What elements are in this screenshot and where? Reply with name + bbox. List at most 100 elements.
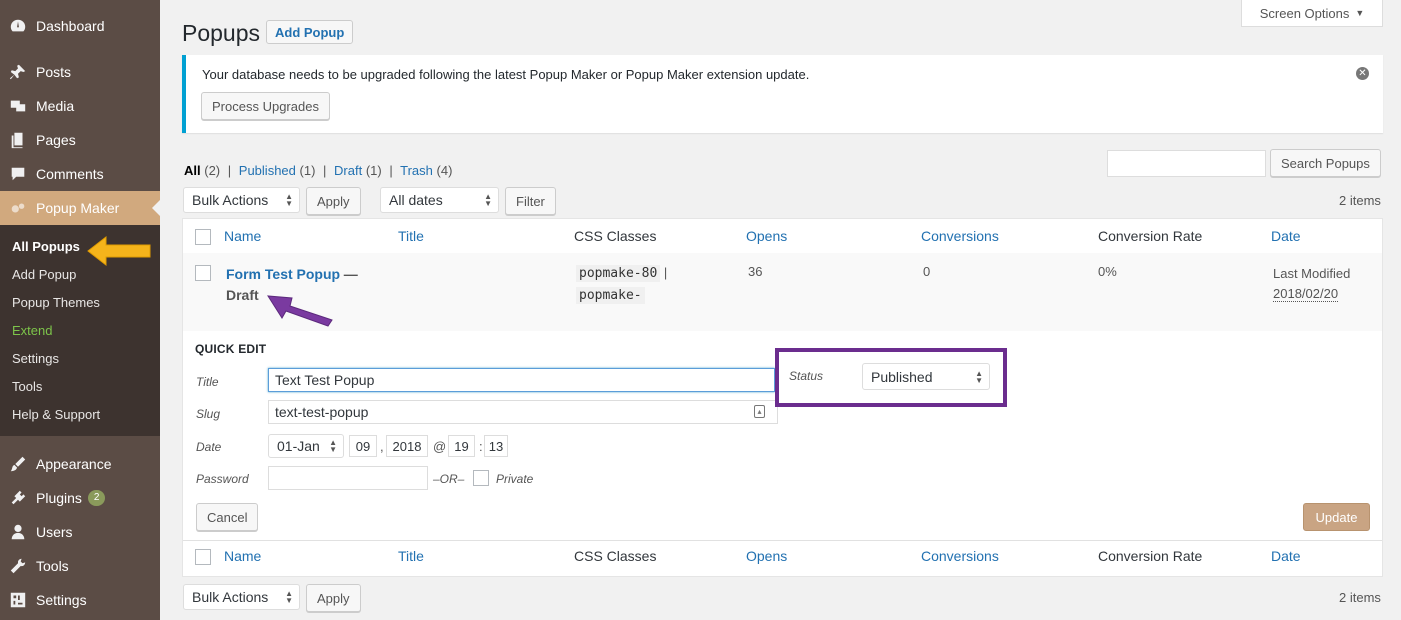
filter-published[interactable]: Published (1) (239, 163, 316, 178)
menu-dashboard[interactable]: Dashboard (0, 9, 160, 43)
select-all-checkbox[interactable] (195, 229, 211, 245)
apply-button-bottom[interactable]: Apply (306, 584, 361, 612)
bulk-actions-select-top[interactable]: Bulk Actions ▲ ▼ (183, 187, 300, 213)
submenu-all-popups[interactable]: All Popups (12, 239, 80, 254)
search-popups-button[interactable]: Search Popups (1270, 149, 1381, 177)
settings-icon (0, 591, 36, 609)
select-arrows-icon: ▲ ▼ (285, 192, 293, 208)
day-input[interactable]: 09 (349, 435, 377, 457)
col-name[interactable]: Name (224, 228, 261, 244)
col-conversion-rate: Conversion Rate (1098, 228, 1203, 244)
admin-sidebar: Dashboard Posts Media Pages Comments Pop… (0, 0, 160, 620)
update-button[interactable]: Update (1303, 503, 1370, 531)
menu-tools[interactable]: Tools (0, 549, 160, 583)
password-label: Password (196, 472, 249, 486)
col-css-classes: CSS Classes (574, 228, 657, 244)
pages-icon (0, 131, 36, 149)
row-date: Last Modified 2018/02/20 (1273, 266, 1351, 302)
filter-trash[interactable]: Trash (4) (400, 163, 452, 178)
col-css-classes-footer: CSS Classes (574, 548, 657, 564)
col-opens[interactable]: Opens (746, 228, 787, 244)
private-label: Private (496, 472, 534, 486)
menu-posts[interactable]: Posts (0, 55, 160, 89)
items-count-bottom: 2 items (1339, 590, 1381, 605)
row-checkbox[interactable] (195, 265, 211, 281)
submenu-tools[interactable]: Tools (12, 379, 42, 394)
col-conversions-footer[interactable]: Conversions (921, 548, 999, 564)
add-popup-button[interactable]: Add Popup (266, 20, 354, 44)
slug-input[interactable]: text-test-popup ▴ (268, 400, 778, 424)
colon-separator: : (479, 439, 483, 454)
yellow-arrow-annotation (87, 235, 151, 267)
title-input[interactable]: Text Test Popup (268, 368, 775, 392)
popup-title-link[interactable]: Form Test Popup (226, 266, 340, 282)
col-name-footer[interactable]: Name (224, 548, 261, 564)
col-opens-footer[interactable]: Opens (746, 548, 787, 564)
private-checkbox[interactable] (473, 470, 489, 486)
menu-users[interactable]: Users (0, 515, 160, 549)
password-input[interactable] (268, 466, 428, 490)
menu-media[interactable]: Media (0, 89, 160, 123)
quick-edit-heading: QUICK EDIT (195, 342, 267, 356)
col-date-footer[interactable]: Date (1271, 548, 1301, 564)
bulk-actions-select-bottom[interactable]: Bulk Actions ▲ ▼ (183, 584, 300, 610)
apply-button-top[interactable]: Apply (306, 187, 361, 215)
items-count-top: 2 items (1339, 193, 1381, 208)
search-input[interactable] (1107, 150, 1266, 177)
page-title: Popups (182, 20, 261, 46)
date-label: Date (196, 440, 222, 454)
dates-select[interactable]: All dates ▲ ▼ (380, 187, 499, 213)
submenu-popup-themes[interactable]: Popup Themes (12, 295, 100, 310)
filter-draft[interactable]: Draft (1) (334, 163, 382, 178)
footer-divider (183, 540, 1382, 541)
user-icon (0, 523, 36, 541)
comma-separator: , (380, 439, 384, 454)
submenu-help-support[interactable]: Help & Support (12, 407, 100, 422)
row-css-cell: popmake-80 | popmake- (576, 262, 667, 306)
or-separator: –OR– (433, 472, 465, 486)
menu-plugins[interactable]: Plugins 2 (0, 481, 160, 515)
process-upgrades-button[interactable]: Process Upgrades (201, 92, 330, 120)
menu-comments[interactable]: Comments (0, 157, 160, 191)
col-date[interactable]: Date (1271, 228, 1301, 244)
menu-settings[interactable]: Settings (0, 583, 160, 617)
year-input[interactable]: 2018 (386, 435, 428, 457)
submenu-settings[interactable]: Settings (12, 351, 59, 366)
title-label: Title (196, 375, 219, 389)
brush-icon (0, 455, 36, 473)
menu-appearance[interactable]: Appearance (0, 447, 160, 481)
minute-input[interactable]: 13 (484, 435, 508, 457)
submenu-add-popup[interactable]: Add Popup (12, 267, 76, 282)
popup-maker-icon (0, 199, 36, 217)
status-select[interactable]: Published ▲ ▼ (862, 363, 990, 390)
dashboard-icon (0, 17, 36, 35)
col-title-footer[interactable]: Title (398, 548, 424, 564)
plugin-icon (0, 489, 36, 507)
comment-icon (0, 165, 36, 183)
row-conversions: 0 (923, 264, 931, 279)
at-separator: @ (433, 439, 447, 454)
media-icon (0, 97, 36, 115)
menu-popup-maker[interactable]: Popup Maker (0, 191, 160, 225)
row-opens: 36 (748, 264, 763, 279)
select-arrows-icon: ▲ ▼ (975, 369, 983, 385)
menu-pages[interactable]: Pages (0, 123, 160, 157)
select-arrows-icon: ▲ ▼ (329, 438, 337, 454)
purple-arrow-annotation (267, 295, 333, 327)
filter-button[interactable]: Filter (505, 187, 556, 215)
slug-label: Slug (196, 407, 221, 421)
col-conversions[interactable]: Conversions (921, 228, 999, 244)
caret-down-icon: ▼ (1355, 8, 1365, 18)
select-all-checkbox-footer[interactable] (195, 549, 211, 565)
screen-options-button[interactable]: Screen Options ▼ (1241, 0, 1383, 27)
cancel-button[interactable]: Cancel (196, 503, 259, 531)
hour-input[interactable]: 19 (448, 435, 475, 457)
select-arrows-icon: ▲ ▼ (484, 192, 492, 208)
notice-text: Your database needs to be upgraded follo… (202, 67, 810, 82)
status-label: Status (789, 369, 824, 383)
month-select[interactable]: 01-Jan ▲ ▼ (268, 434, 344, 458)
col-title[interactable]: Title (398, 228, 424, 244)
dismiss-icon[interactable]: ✕ (1356, 67, 1369, 80)
submenu-extend[interactable]: Extend (12, 323, 52, 338)
filter-all[interactable]: All (2) (184, 163, 220, 178)
